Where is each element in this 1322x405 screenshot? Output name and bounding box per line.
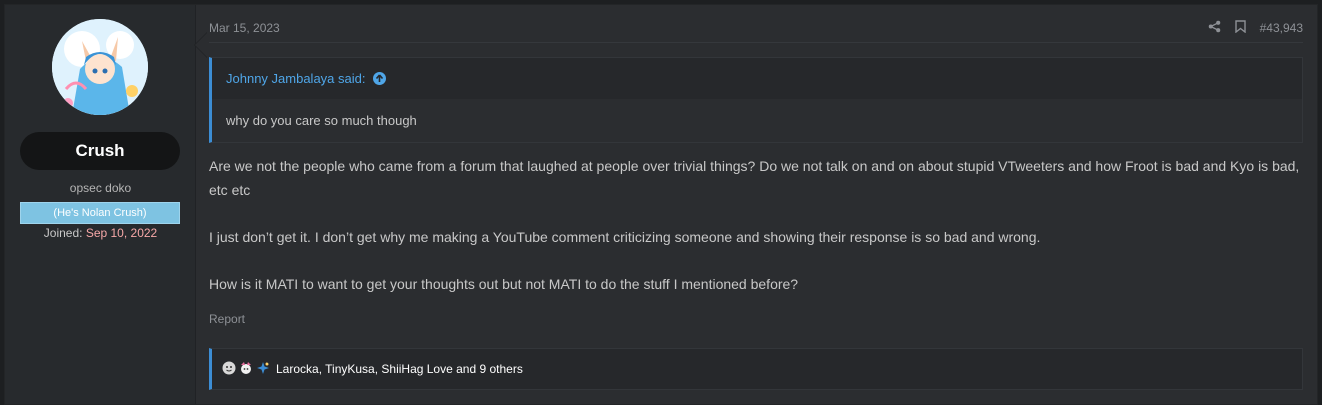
post-number-link[interactable]: #43,943 [1260, 21, 1303, 35]
post-paragraph: How is it MATI to want to get your thoug… [209, 276, 799, 292]
quote-text: why do you care so much though [212, 99, 1302, 142]
avatar[interactable] [52, 19, 148, 115]
arrow-up-circle-icon[interactable] [373, 72, 387, 85]
post-content: Are we not the people who came from a fo… [209, 154, 1303, 319]
reaction-character-icon [239, 361, 253, 378]
username[interactable]: Crush [20, 132, 180, 170]
report-link[interactable]: Report [209, 312, 245, 326]
reactions-list[interactable]: Larocka, TinyKusa, ShiiHag Love and 9 ot… [276, 362, 523, 376]
user-title: opsec doko [69, 181, 132, 195]
bookmark-icon[interactable] [1234, 20, 1246, 36]
reaction-face-icon [222, 361, 236, 378]
user-info-panel: Crush opsec doko (He's Nolan Crush) Join… [5, 5, 207, 404]
post-paragraph: I just don’t get it. I don’t get why me … [209, 229, 1041, 245]
panel-arrow [195, 33, 207, 57]
quote-block: Johnny Jambalaya said: why do you care s… [209, 57, 1303, 143]
avatar-image [52, 19, 148, 115]
joined-label: Joined: [43, 226, 83, 240]
post-actions: #43,943 [1208, 20, 1303, 36]
joined-info: Joined: Sep 10, 2022 [5, 226, 196, 240]
user-banner: (He's Nolan Crush) [20, 202, 180, 224]
reactions-bar[interactable]: Larocka, TinyKusa, ShiiHag Love and 9 ot… [209, 348, 1303, 390]
quote-author-link[interactable]: Johnny Jambalaya said: [226, 71, 365, 86]
joined-date: Sep 10, 2022 [85, 226, 158, 240]
reaction-sparkle-icon [256, 361, 270, 378]
post-paragraph: Are we not the people who came from a fo… [209, 158, 1300, 198]
header-divider [209, 42, 1303, 43]
quote-header: Johnny Jambalaya said: [212, 58, 1302, 99]
forum-post: Crush opsec doko (He's Nolan Crush) Join… [4, 4, 1318, 405]
post-date[interactable]: Mar 15, 2023 [209, 21, 280, 35]
post-header: Mar 15, 2023 #43,943 [209, 20, 1303, 41]
share-icon[interactable] [1208, 20, 1221, 36]
